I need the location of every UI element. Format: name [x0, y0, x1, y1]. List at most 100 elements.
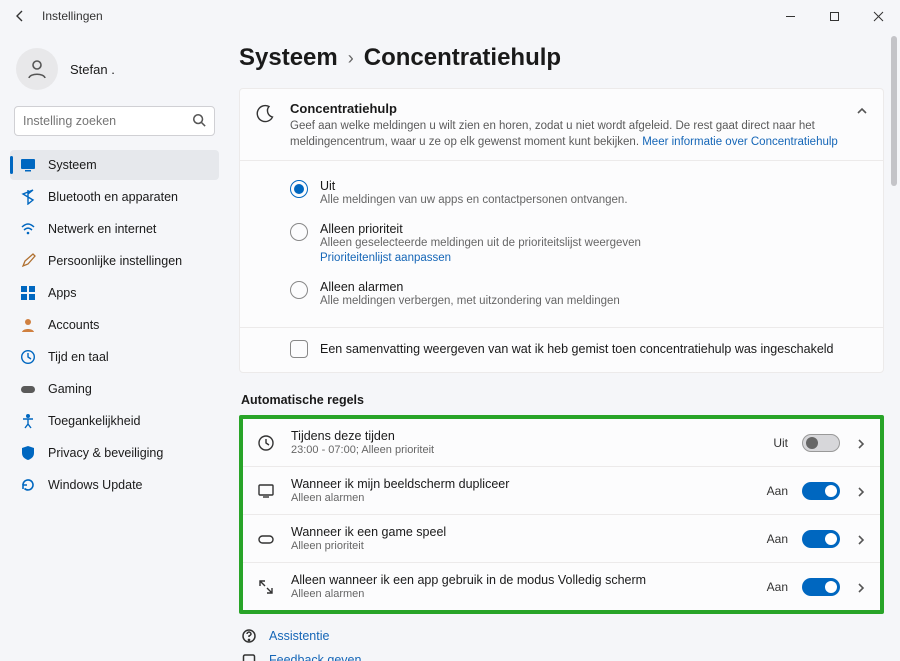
toggle-switch[interactable] [802, 578, 840, 596]
feedback-link[interactable]: Feedback geven [241, 652, 884, 661]
monitor-icon [20, 157, 36, 173]
rule-desc: Alleen alarmen [291, 492, 753, 504]
shield-icon [20, 445, 36, 461]
sidebar-item-netwerk[interactable]: Netwerk en internet [10, 214, 219, 244]
avatar [16, 48, 58, 90]
radio-desc: Alleen geselecteerde meldingen uit de pr… [320, 237, 641, 249]
window-controls [768, 0, 900, 32]
scrollbar[interactable] [891, 36, 897, 657]
game-icon [20, 381, 36, 397]
rule-desc: 23:00 - 07:00; Alleen prioriteit [291, 444, 759, 456]
wifi-icon [20, 221, 36, 237]
toggle-switch[interactable] [802, 530, 840, 548]
minimize-button[interactable] [768, 0, 812, 32]
rule-playing-game[interactable]: Wanneer ik een game speel Alleen priorit… [243, 515, 880, 563]
chevron-right-icon [854, 581, 868, 595]
radio-icon [290, 223, 308, 241]
nav-list: Systeem Bluetooth en apparaten Netwerk e… [10, 150, 219, 500]
search-box[interactable] [14, 106, 215, 136]
radio-desc: Alle meldingen van uw apps en contactper… [320, 194, 628, 206]
sidebar-item-persoonlijke[interactable]: Persoonlijke instellingen [10, 246, 219, 276]
brush-icon [20, 253, 36, 269]
sidebar-item-gaming[interactable]: Gaming [10, 374, 219, 404]
checkbox-icon [290, 340, 308, 358]
page-title: Concentratiehulp [364, 44, 561, 72]
radio-label: Alleen alarmen [320, 280, 620, 294]
chevron-right-icon: › [348, 48, 354, 69]
rules-heading: Automatische regels [241, 393, 884, 407]
sidebar-item-apps[interactable]: Apps [10, 278, 219, 308]
user-name: Stefan . [70, 62, 115, 77]
link-label: Feedback geven [269, 653, 361, 661]
learn-more-link[interactable]: Meer informatie over Concentratiehulp [642, 136, 838, 148]
sidebar-item-privacy[interactable]: Privacy & beveiliging [10, 438, 219, 468]
close-button[interactable] [856, 0, 900, 32]
search-input[interactable] [23, 114, 192, 128]
radio-option-alarmen[interactable]: Alleen alarmen Alle meldingen verbergen,… [290, 272, 869, 315]
moon-icon [254, 103, 276, 125]
back-icon[interactable] [14, 10, 26, 22]
sidebar: Stefan . Systeem Bluetooth en apparaten … [0, 32, 225, 661]
sidebar-item-bluetooth[interactable]: Bluetooth en apparaten [10, 182, 219, 212]
toggle-switch[interactable] [802, 482, 840, 500]
help-link[interactable]: Assistentie [241, 628, 884, 644]
accessibility-icon [20, 413, 36, 429]
radio-option-prioriteit[interactable]: Alleen prioriteit Alleen geselecteerde m… [290, 214, 869, 272]
card-description: Geef aan welke meldingen u wilt zien en … [290, 118, 841, 150]
sidebar-item-label: Gaming [48, 382, 92, 396]
sidebar-item-label: Bluetooth en apparaten [48, 190, 178, 204]
sidebar-item-label: Systeem [48, 158, 97, 172]
app-title: Instellingen [42, 9, 103, 23]
expand-icon [255, 576, 277, 598]
sidebar-item-windows-update[interactable]: Windows Update [10, 470, 219, 500]
radio-label: Alleen prioriteit [320, 222, 641, 236]
rule-state: Aan [767, 532, 788, 546]
summary-checkbox-row[interactable]: Een samenvatting weergeven van wat ik he… [240, 327, 883, 372]
radio-icon [290, 281, 308, 299]
update-icon [20, 477, 36, 493]
scrollbar-thumb[interactable] [891, 36, 897, 186]
priority-list-link[interactable]: Prioriteitenlijst aanpassen [320, 252, 451, 264]
monitor-icon [255, 480, 277, 502]
search-icon [192, 113, 206, 130]
game-icon [255, 528, 277, 550]
rule-title: Tijdens deze tijden [291, 429, 759, 443]
sidebar-item-label: Windows Update [48, 478, 143, 492]
sidebar-item-systeem[interactable]: Systeem [10, 150, 219, 180]
clock-icon [255, 432, 277, 454]
maximize-button[interactable] [812, 0, 856, 32]
chevron-up-icon [855, 104, 869, 118]
sidebar-item-toegankelijkheid[interactable]: Toegankelijkheid [10, 406, 219, 436]
sidebar-item-label: Apps [48, 286, 77, 300]
radio-icon [290, 180, 308, 198]
radio-option-uit[interactable]: Uit Alle meldingen van uw apps en contac… [290, 171, 869, 214]
rule-title: Wanneer ik mijn beeldscherm dupliceer [291, 477, 753, 491]
rule-state: Aan [767, 484, 788, 498]
sidebar-item-label: Netwerk en internet [48, 222, 156, 236]
clock-icon [20, 349, 36, 365]
rule-state: Uit [773, 436, 788, 450]
focus-assist-card: Concentratiehulp Geef aan welke meldinge… [239, 88, 884, 373]
rule-duplicate-display[interactable]: Wanneer ik mijn beeldscherm dupliceer Al… [243, 467, 880, 515]
user-row[interactable]: Stefan . [10, 42, 219, 106]
sidebar-item-label: Tijd en taal [48, 350, 109, 364]
rule-state: Aan [767, 580, 788, 594]
rule-desc: Alleen prioriteit [291, 540, 753, 552]
card-title: Concentratiehulp [290, 101, 841, 116]
sidebar-item-tijd[interactable]: Tijd en taal [10, 342, 219, 372]
rule-during-hours[interactable]: Tijdens deze tijden 23:00 - 07:00; Allee… [243, 419, 880, 467]
sidebar-item-label: Accounts [48, 318, 99, 332]
breadcrumb-parent[interactable]: Systeem [239, 44, 338, 72]
radio-desc: Alle meldingen verbergen, met uitzonderi… [320, 295, 620, 307]
feedback-icon [241, 652, 257, 661]
bluetooth-icon [20, 189, 36, 205]
chevron-right-icon [854, 485, 868, 499]
help-icon [241, 628, 257, 644]
rule-title: Alleen wanneer ik een app gebruik in de … [291, 573, 753, 587]
rule-title: Wanneer ik een game speel [291, 525, 753, 539]
card-header[interactable]: Concentratiehulp Geef aan welke meldinge… [240, 89, 883, 161]
automatic-rules-box: Tijdens deze tijden 23:00 - 07:00; Allee… [239, 415, 884, 614]
toggle-switch[interactable] [802, 434, 840, 452]
rule-fullscreen-app[interactable]: Alleen wanneer ik een app gebruik in de … [243, 563, 880, 610]
sidebar-item-accounts[interactable]: Accounts [10, 310, 219, 340]
